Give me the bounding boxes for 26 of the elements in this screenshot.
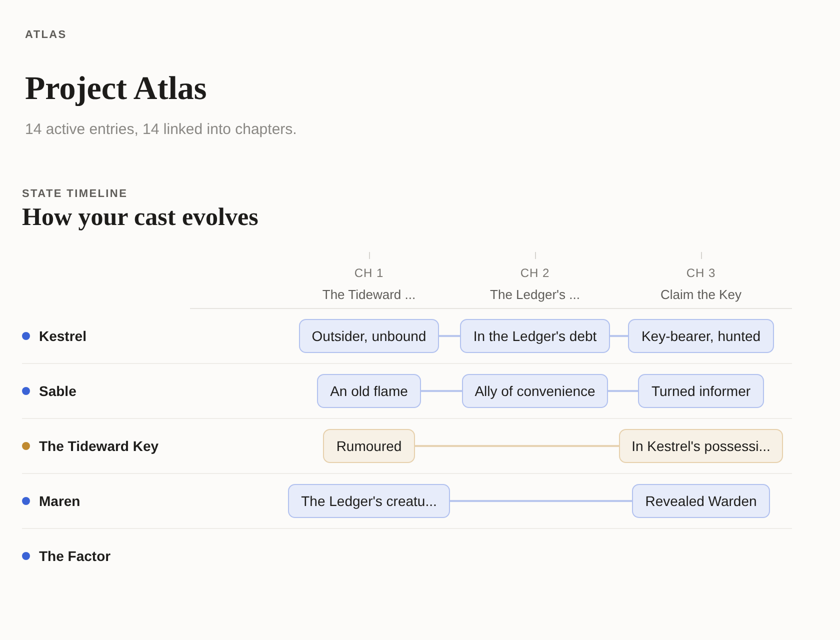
chapter-number: CH 1 xyxy=(354,266,384,280)
entity-name: Sable xyxy=(39,383,76,400)
state-pill[interactable]: An old flame xyxy=(317,374,421,408)
state-pill[interactable]: Key-bearer, hunted xyxy=(628,319,774,354)
state-pill[interactable]: Revealed Warden xyxy=(632,484,770,518)
state-pill[interactable]: Outsider, unbound xyxy=(298,319,440,354)
page-title: Project Atlas xyxy=(25,71,208,108)
summary-text: 14 active entries, 14 linked into chapters. xyxy=(25,121,298,138)
entity-name: Kestrel xyxy=(39,328,86,344)
entity-name: Maren xyxy=(39,493,80,510)
section-label: STATE TIMELINE xyxy=(22,188,129,200)
state-pill[interactable]: Turned informer xyxy=(638,374,764,408)
chapter-number: CH 3 xyxy=(686,266,716,280)
state-pill[interactable]: The Ledger's creatu... xyxy=(288,484,450,518)
chapter-title: Claim the Key xyxy=(660,287,742,302)
chapter-title: The Ledger's ... xyxy=(490,287,580,302)
state-pill[interactable]: In Kestrel's possessi... xyxy=(618,429,784,464)
chapter-title: The Tideward ... xyxy=(322,287,416,302)
breadcrumb-label: ATLAS xyxy=(25,29,68,41)
chapter-number: CH 2 xyxy=(520,266,550,280)
entity-name: The Tideward Key xyxy=(39,438,159,454)
state-pill[interactable]: In the Ledger's debt xyxy=(460,319,610,354)
state-pill[interactable]: Rumoured xyxy=(323,429,415,464)
entity-name: The Factor xyxy=(39,548,111,564)
state-pill[interactable]: Ally of convenience xyxy=(462,374,608,408)
section-title: How your cast evolves xyxy=(22,204,260,232)
